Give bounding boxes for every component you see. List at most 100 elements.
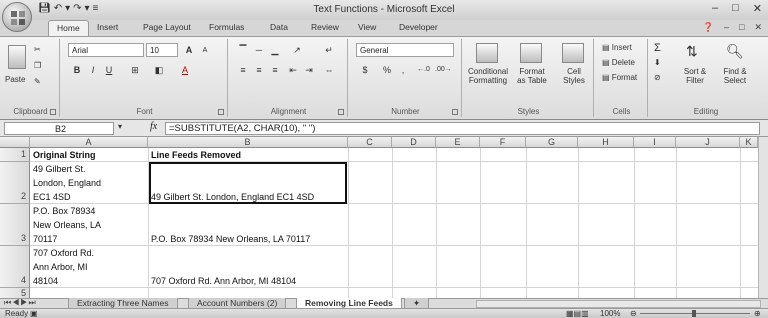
find-select-button[interactable]: Find & Select — [716, 67, 754, 85]
tab-review[interactable]: Review — [311, 22, 339, 32]
format-cells-button[interactable]: ▤ Format — [602, 73, 637, 82]
insert-cells-button[interactable]: ▤ Insert — [602, 43, 632, 52]
paste-icon[interactable] — [8, 45, 26, 69]
select-all-corner[interactable] — [0, 137, 30, 148]
clear-icon[interactable]: ⊘ — [654, 73, 661, 82]
column-header-a[interactable]: A — [30, 137, 148, 148]
merge-center-icon[interactable]: ⇔ — [322, 63, 336, 76]
zoom-in-icon[interactable]: ⊕ — [754, 309, 761, 318]
clipboard-launcher-icon[interactable] — [50, 109, 56, 115]
help-icon[interactable]: ❓ — [703, 22, 714, 33]
font-size-box[interactable]: 10 — [146, 43, 178, 57]
column-header-k[interactable]: K — [740, 137, 758, 148]
restore-icon[interactable]: □ — [732, 2, 739, 15]
cell-a4-line2[interactable]: Ann Arbor, MI — [33, 262, 88, 272]
column-header-g[interactable]: G — [526, 137, 578, 148]
name-box-dropdown-icon[interactable]: ▾ — [118, 122, 122, 131]
tab-developer[interactable]: Developer — [399, 22, 438, 32]
name-box[interactable]: B2 — [4, 122, 114, 135]
number-launcher-icon[interactable] — [452, 109, 458, 115]
find-select-icon[interactable]: 🔍︎ — [726, 43, 744, 60]
align-right-icon[interactable]: ≡ — [268, 63, 282, 76]
cell-a3-line1[interactable]: P.O. Box 78934 — [33, 206, 95, 216]
sort-filter-icon[interactable]: ⇅ — [686, 43, 698, 60]
align-middle-icon[interactable]: ─ — [252, 43, 266, 56]
format-painter-icon[interactable]: ✎ — [34, 77, 41, 86]
cell-a3-line3[interactable]: 70117 — [33, 234, 57, 244]
formula-input[interactable]: =SUBSTITUTE(A2, CHAR(10), " ") — [165, 122, 760, 135]
row-header-2[interactable]: 2 — [0, 162, 30, 204]
cell-a4-line1[interactable]: 707 Oxford Rd. — [33, 248, 94, 258]
ribbon-restore-icon[interactable]: □ — [739, 22, 744, 33]
conditional-formatting-icon[interactable] — [476, 43, 498, 63]
tab-view[interactable]: View — [358, 22, 376, 32]
font-name-box[interactable]: Arial — [68, 43, 144, 57]
insert-function-button[interactable]: fx — [150, 121, 157, 132]
copy-icon[interactable]: ❐ — [34, 61, 41, 70]
increase-indent-icon[interactable]: ⇥ — [302, 63, 316, 76]
align-left-icon[interactable]: ≡ — [236, 63, 250, 76]
view-buttons-icon[interactable]: ▦▤▥ — [566, 309, 589, 318]
font-color-icon[interactable]: A — [178, 63, 192, 76]
decrease-decimal-icon[interactable]: .00→ — [434, 63, 452, 76]
align-center-icon[interactable]: ≡ — [252, 63, 266, 76]
cell-a3-line2[interactable]: New Orleans, LA — [33, 220, 101, 230]
orientation-icon[interactable]: ↗ — [290, 43, 304, 56]
wrap-text-icon[interactable]: ↵ — [322, 43, 336, 56]
cell-b3[interactable]: P.O. Box 78934 New Orleans, LA 70117 — [151, 234, 310, 244]
grow-font-button[interactable]: A — [182, 43, 196, 56]
vertical-scrollbar[interactable] — [758, 137, 768, 300]
cell-b4[interactable]: 707 Oxford Rd. Ann Arbor, MI 48104 — [151, 276, 296, 286]
align-bottom-icon[interactable]: ▁ — [268, 43, 282, 56]
tab-home[interactable]: Home — [48, 20, 89, 36]
tab-insert[interactable]: Insert — [97, 22, 118, 32]
row-header-1[interactable]: 1 — [0, 148, 30, 162]
cell-a2-line1[interactable]: 49 Gilbert St. — [33, 164, 86, 174]
font-launcher-icon[interactable] — [218, 109, 224, 115]
format-as-table-icon[interactable] — [520, 43, 542, 63]
comma-button[interactable]: , — [396, 63, 410, 76]
italic-button[interactable]: I — [86, 63, 100, 76]
column-header-d[interactable]: D — [392, 137, 436, 148]
row-header-3[interactable]: 3 — [0, 204, 30, 246]
underline-button[interactable]: U — [102, 63, 116, 76]
align-top-icon[interactable]: ▔ — [236, 43, 250, 56]
column-header-c[interactable]: C — [348, 137, 392, 148]
close-icon[interactable]: ✕ — [753, 2, 762, 15]
cell-a2-line3[interactable]: EC1 4SD — [33, 192, 71, 202]
office-button[interactable] — [2, 2, 32, 32]
column-header-i[interactable]: I — [634, 137, 676, 148]
cell-a2-line2[interactable]: London, England — [33, 178, 101, 188]
horizontal-scrollbar[interactable] — [476, 300, 761, 308]
active-cell-selection[interactable] — [149, 162, 347, 204]
tab-formulas[interactable]: Formulas — [209, 22, 244, 32]
column-header-e[interactable]: E — [436, 137, 480, 148]
borders-icon[interactable]: ⊞ — [128, 63, 142, 76]
fill-color-icon[interactable]: ◧ — [152, 63, 166, 76]
zoom-slider-thumb[interactable] — [692, 310, 696, 317]
row-header-4[interactable]: 4 — [0, 246, 30, 288]
fill-icon[interactable]: ⬇ — [654, 58, 661, 67]
ribbon-close-icon[interactable]: ✕ — [754, 22, 762, 33]
decrease-indent-icon[interactable]: ⇤ — [286, 63, 300, 76]
sort-filter-button[interactable]: Sort & Filter — [678, 67, 712, 85]
paste-button[interactable]: Paste — [5, 75, 25, 84]
cell-styles-icon[interactable] — [562, 43, 584, 63]
increase-decimal-icon[interactable]: ←.0 — [416, 63, 430, 76]
macro-record-icon[interactable]: ▣ — [30, 309, 38, 318]
zoom-level[interactable]: 100% — [600, 309, 620, 318]
cell-a4-line3[interactable]: 48104 — [33, 276, 58, 286]
column-header-f[interactable]: F — [480, 137, 526, 148]
percent-button[interactable]: % — [380, 63, 394, 76]
tab-data[interactable]: Data — [270, 22, 288, 32]
cut-icon[interactable]: ✂ — [34, 45, 41, 54]
tab-page-layout[interactable]: Page Layout — [143, 22, 191, 32]
delete-cells-button[interactable]: ▤ Delete — [602, 58, 635, 67]
cell-a1[interactable]: Original String — [33, 150, 96, 160]
zoom-out-icon[interactable]: ⊖ — [630, 309, 637, 318]
minimize-icon[interactable]: – — [712, 2, 718, 15]
currency-button[interactable]: $ — [358, 63, 372, 76]
column-header-h[interactable]: H — [578, 137, 634, 148]
conditional-formatting-button[interactable]: Conditional Formatting — [466, 67, 510, 85]
column-header-b[interactable]: B — [148, 137, 348, 148]
